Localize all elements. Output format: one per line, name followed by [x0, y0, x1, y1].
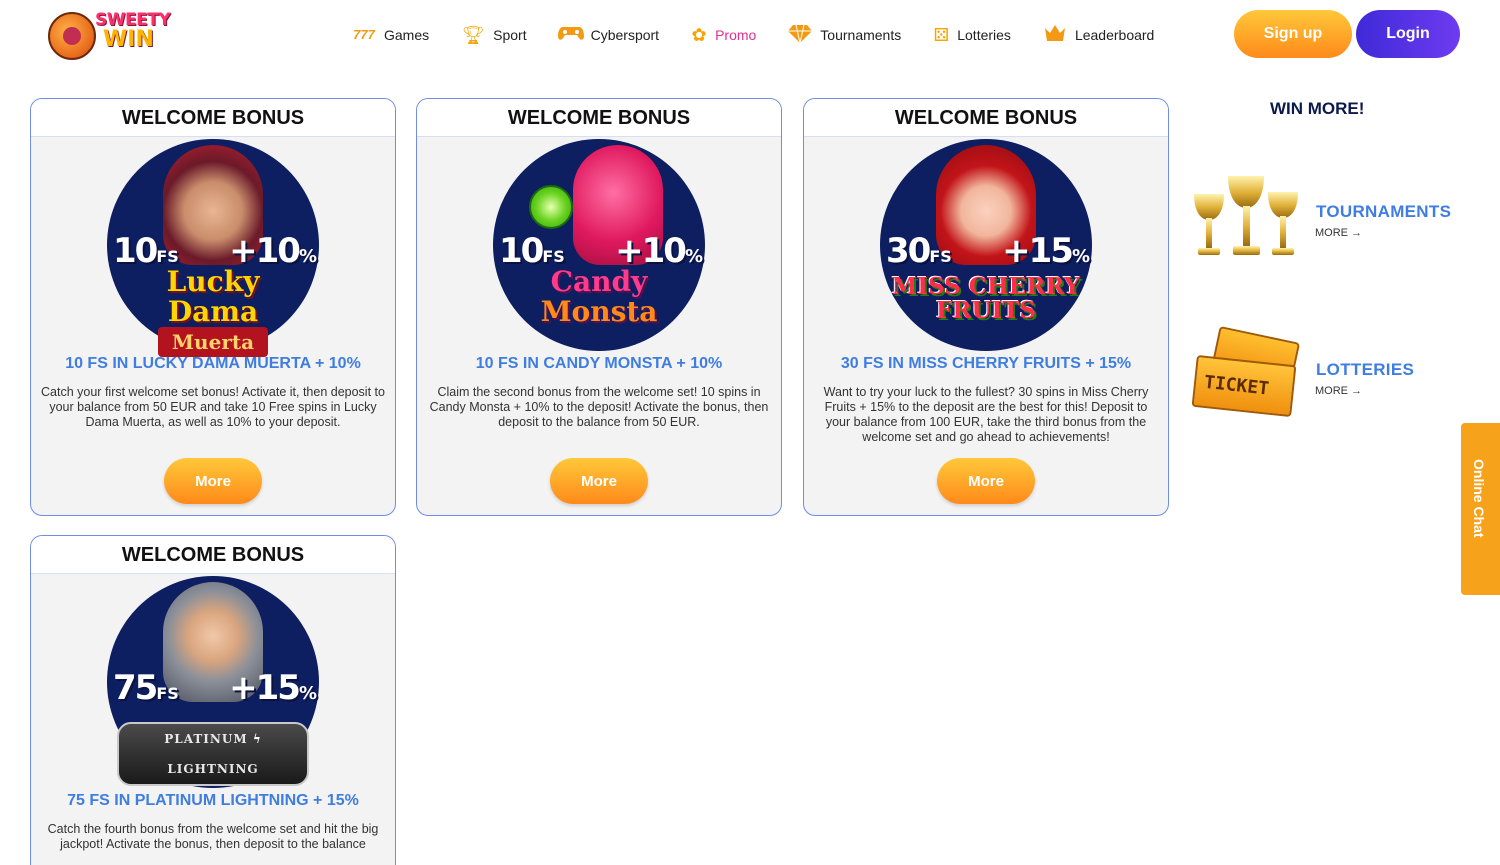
- bonus-title: 30 FS IN MISS CHERRY FRUITS + 15%: [840, 355, 1132, 372]
- bonus-card: WELCOME BONUS 10FS +10% Lucky Dama Muert…: [30, 98, 396, 516]
- nav-item-tournaments[interactable]: Tournaments: [786, 24, 901, 46]
- bonus-card: WELCOME BONUS 30FS +15% MISS CHERRY FRUI…: [803, 98, 1169, 516]
- free-spins-count: 10: [113, 231, 158, 271]
- nav-label: Cybersport: [590, 27, 660, 43]
- game-logo-line1: Candy: [550, 265, 648, 298]
- lightning-bolt-icon: ϟ: [252, 732, 262, 746]
- main-nav: 777 Games 🏆︎ Sport Cybersport ✿ Promo To…: [350, 22, 1184, 48]
- gamepad-icon: [557, 24, 585, 46]
- deposit-bonus-percent: +15: [1002, 231, 1074, 271]
- free-spins-unit: FS: [929, 247, 952, 266]
- bonus-description: Claim the second bonus from the welcome …: [429, 385, 769, 429]
- game-logo: MISS CHERRY FRUITS: [890, 275, 1082, 323]
- bonus-title: 10 FS IN CANDY MONSTA + 10%: [475, 355, 723, 372]
- nav-item-games[interactable]: 777 Games: [350, 24, 429, 46]
- game-logo-line1: PLATINUM: [164, 732, 248, 746]
- nav-label: Lotteries: [957, 27, 1011, 43]
- percent-sign: %: [298, 683, 317, 704]
- nav-label: Tournaments: [820, 27, 902, 43]
- bonus-badge: 10FS +10% Lucky Dama Muerta: [107, 139, 319, 357]
- bonus-card: WELCOME BONUS 75FS +15% PLATINUM ϟ LIGHT…: [30, 535, 396, 865]
- login-button[interactable]: Login: [1356, 10, 1460, 58]
- free-spins-count: 30: [886, 231, 931, 271]
- nav-label: Promo: [715, 27, 757, 43]
- trophy-icon: 🏆︎: [461, 25, 485, 45]
- nav-item-cybersport[interactable]: Cybersport: [557, 24, 659, 46]
- game-logo-line2: LIGHTNING: [167, 762, 259, 776]
- game-logo: PLATINUM ϟ LIGHTNING: [117, 722, 309, 786]
- win-more-heading: WIN MORE!: [1270, 99, 1365, 118]
- logo-mascot-icon: [48, 12, 96, 60]
- game-logo: Lucky Dama Muerta: [117, 267, 309, 359]
- bonus-badge: 75FS +15% PLATINUM ϟ LIGHTNING: [107, 576, 319, 788]
- tournaments-more-link[interactable]: MORE →: [1315, 227, 1362, 239]
- free-spins-count: 75: [113, 668, 158, 708]
- game-logo-line2: FRUITS: [936, 297, 1036, 324]
- nav-label: Leaderboard: [1074, 27, 1155, 43]
- free-spins-count: 10: [499, 231, 544, 271]
- game-logo-line2: Muerta: [157, 327, 269, 357]
- percent-sign: %: [684, 246, 703, 267]
- golden-cups-icon: [1188, 168, 1304, 266]
- nav-item-lotteries[interactable]: ⚄ Lotteries: [931, 24, 1011, 46]
- bonus-badge: 30FS +15% MISS CHERRY FRUITS: [880, 139, 1092, 351]
- free-spins-unit: FS: [542, 247, 565, 266]
- tournaments-promo[interactable]: TOURNAMENTS MORE →: [1188, 168, 1478, 268]
- gift-icon: ✿: [691, 25, 707, 45]
- bonus-card: WELCOME BONUS 10FS +10% Candy Monsta 10 …: [416, 98, 782, 516]
- tournaments-title: TOURNAMENTS: [1316, 202, 1452, 221]
- nav-label: Games: [384, 27, 430, 43]
- nav-item-promo[interactable]: ✿ Promo: [689, 24, 757, 46]
- card-heading: WELCOME BONUS: [804, 99, 1168, 137]
- card-heading: WELCOME BONUS: [31, 536, 395, 574]
- lotteries-title: LOTTERIES: [1316, 360, 1415, 379]
- online-chat-label: Online Chat: [1471, 459, 1487, 538]
- crown-icon: [1041, 24, 1069, 46]
- diamond-icon: [786, 24, 814, 46]
- nav-item-leaderboard[interactable]: Leaderboard: [1041, 24, 1154, 46]
- ticket-label: TICKET: [1203, 371, 1270, 400]
- signup-button[interactable]: Sign up: [1234, 10, 1352, 58]
- online-chat-tab[interactable]: Online Chat: [1461, 423, 1500, 595]
- game-logo-line1: MISS CHERRY: [891, 273, 1081, 300]
- card-heading: WELCOME BONUS: [31, 99, 395, 137]
- bonus-description: Catch your first welcome set bonus! Acti…: [41, 385, 385, 429]
- more-button[interactable]: More: [937, 458, 1035, 504]
- bonus-badge: 10FS +10% Candy Monsta: [493, 139, 705, 351]
- site-logo[interactable]: SWEETY WIN: [48, 8, 193, 64]
- logo-text-line2: WIN: [103, 27, 154, 52]
- game-logo: Candy Monsta: [503, 267, 695, 327]
- nav-label: Sport: [493, 27, 527, 43]
- free-spins-unit: FS: [156, 684, 179, 703]
- more-button[interactable]: More: [164, 458, 262, 504]
- 777-icon: 777: [353, 27, 375, 42]
- percent-sign: %: [298, 246, 317, 267]
- dice-icon: ⚄: [933, 25, 950, 45]
- bonus-title: 75 FS IN PLATINUM LIGHTNING + 15%: [67, 792, 359, 809]
- percent-sign: %: [1071, 246, 1090, 267]
- tickets-icon: TICKET: [1191, 326, 1302, 420]
- free-spins-unit: FS: [156, 247, 179, 266]
- site-header: SWEETY WIN 777 Games 🏆︎ Sport Cybersport…: [0, 0, 1500, 70]
- bonus-description: Want to try your luck to the fullest? 30…: [823, 385, 1149, 444]
- deposit-bonus-percent: +15: [229, 668, 301, 708]
- nav-item-sport[interactable]: 🏆︎ Sport: [459, 24, 527, 46]
- lotteries-more-link[interactable]: MORE →: [1315, 385, 1362, 397]
- card-heading: WELCOME BONUS: [417, 99, 781, 137]
- more-button[interactable]: More: [550, 458, 648, 504]
- game-logo-line1: Lucky Dama: [166, 265, 260, 328]
- game-logo-line2: Monsta: [540, 295, 658, 328]
- lotteries-promo[interactable]: TICKET LOTTERIES MORE →: [1188, 326, 1478, 426]
- lollipop-icon: [529, 185, 573, 229]
